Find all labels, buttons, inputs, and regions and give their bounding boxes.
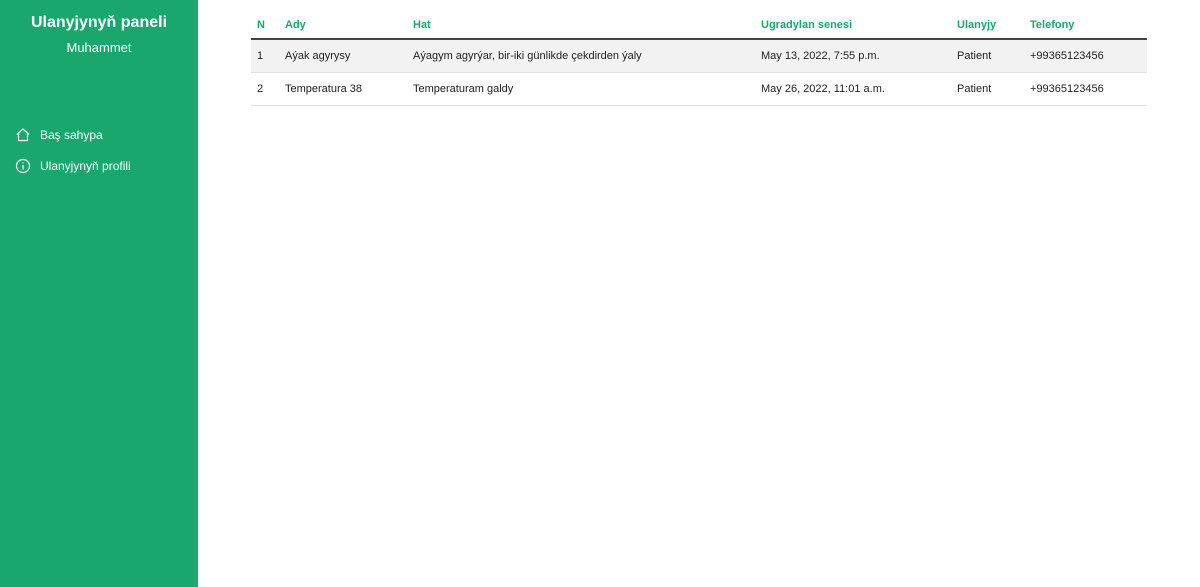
cell-user: Patient [951, 39, 1024, 73]
info-icon [15, 158, 31, 174]
cell-n: 2 [251, 72, 279, 106]
table-row[interactable]: 1 Aýak agyrysy Aýagym agyrýar, bir-iki g… [251, 39, 1147, 73]
sidebar-item-home[interactable]: Baş sahypa [15, 126, 103, 144]
column-header-user: Ulanyjy [951, 11, 1024, 40]
home-icon [15, 127, 31, 143]
cell-phone: +99365123456 [1024, 72, 1147, 106]
cell-phone: +99365123456 [1024, 39, 1147, 73]
table-body: 1 Aýak agyrysy Aýagym agyrýar, bir-iki g… [251, 39, 1147, 106]
sidebar: Ulanyjynyň paneli Muhammet Baş sahypa Ul… [0, 0, 198, 587]
cell-name: Aýak agyrysy [279, 39, 407, 73]
cell-date: May 26, 2022, 11:01 a.m. [755, 72, 951, 106]
cell-message: Aýagym agyrýar, bir-iki günlikde çekdird… [407, 39, 755, 73]
sidebar-item-profile[interactable]: Ulanyjynyň profili [15, 157, 131, 175]
cell-date: May 13, 2022, 7:55 p.m. [755, 39, 951, 73]
sidebar-username: Muhammet [66, 40, 132, 55]
sidebar-title: Ulanyjynyň paneli [30, 14, 168, 31]
sidebar-item-label: Ulanyjynyň profili [40, 159, 131, 173]
column-header-phone: Telefony [1024, 11, 1147, 40]
table-header-row: N Ady Hat Ugradylan senesi Ulanyjy Telef… [251, 11, 1147, 40]
cell-message: Temperaturam galdy [407, 72, 755, 106]
table-row[interactable]: 2 Temperatura 38 Temperaturam galdy May … [251, 72, 1147, 106]
cell-user: Patient [951, 72, 1024, 106]
cell-n: 1 [251, 39, 279, 73]
sidebar-item-label: Baş sahypa [40, 128, 103, 142]
column-header-date: Ugradylan senesi [755, 11, 951, 40]
app: Ulanyjynyň paneli Muhammet Baş sahypa Ul… [0, 0, 1200, 587]
table-header: N Ady Hat Ugradylan senesi Ulanyjy Telef… [251, 11, 1147, 40]
column-header-message: Hat [407, 11, 755, 40]
messages-table: N Ady Hat Ugradylan senesi Ulanyjy Telef… [251, 11, 1147, 106]
column-header-n: N [251, 11, 279, 40]
cell-name: Temperatura 38 [279, 72, 407, 106]
column-header-name: Ady [279, 11, 407, 40]
main-content: N Ady Hat Ugradylan senesi Ulanyjy Telef… [251, 11, 1147, 106]
